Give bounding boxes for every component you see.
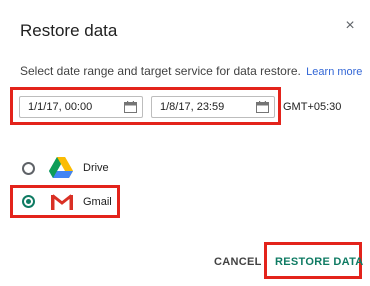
description-text: Select date range and target service for… [20,64,301,78]
gmail-icon [51,194,73,210]
start-date-field[interactable]: 1/1/17, 00:00 [19,96,143,118]
calendar-icon[interactable] [256,101,269,113]
cancel-button[interactable]: CANCEL [214,256,262,268]
dialog-title: Restore data [20,21,118,40]
end-date-value: 1/8/17, 23:59 [160,101,225,113]
end-date-field[interactable]: 1/8/17, 23:59 [151,96,275,118]
dialog-description: Select date range and target service for… [20,64,362,78]
close-icon[interactable]: × [342,18,358,34]
calendar-icon[interactable] [124,101,137,113]
drive-label: Drive [83,162,109,174]
timezone-label: GMT+05:30 [283,101,342,113]
google-drive-icon [49,157,73,178]
drive-radio[interactable] [22,162,35,175]
restore-data-dialog: Restore data × Select date range and tar… [0,0,370,286]
restore-data-button[interactable]: RESTORE DATA [275,256,364,268]
gmail-radio[interactable] [22,195,35,208]
start-date-value: 1/1/17, 00:00 [28,101,93,113]
learn-more-link[interactable]: Learn more [306,66,362,78]
gmail-label: Gmail [83,196,112,208]
